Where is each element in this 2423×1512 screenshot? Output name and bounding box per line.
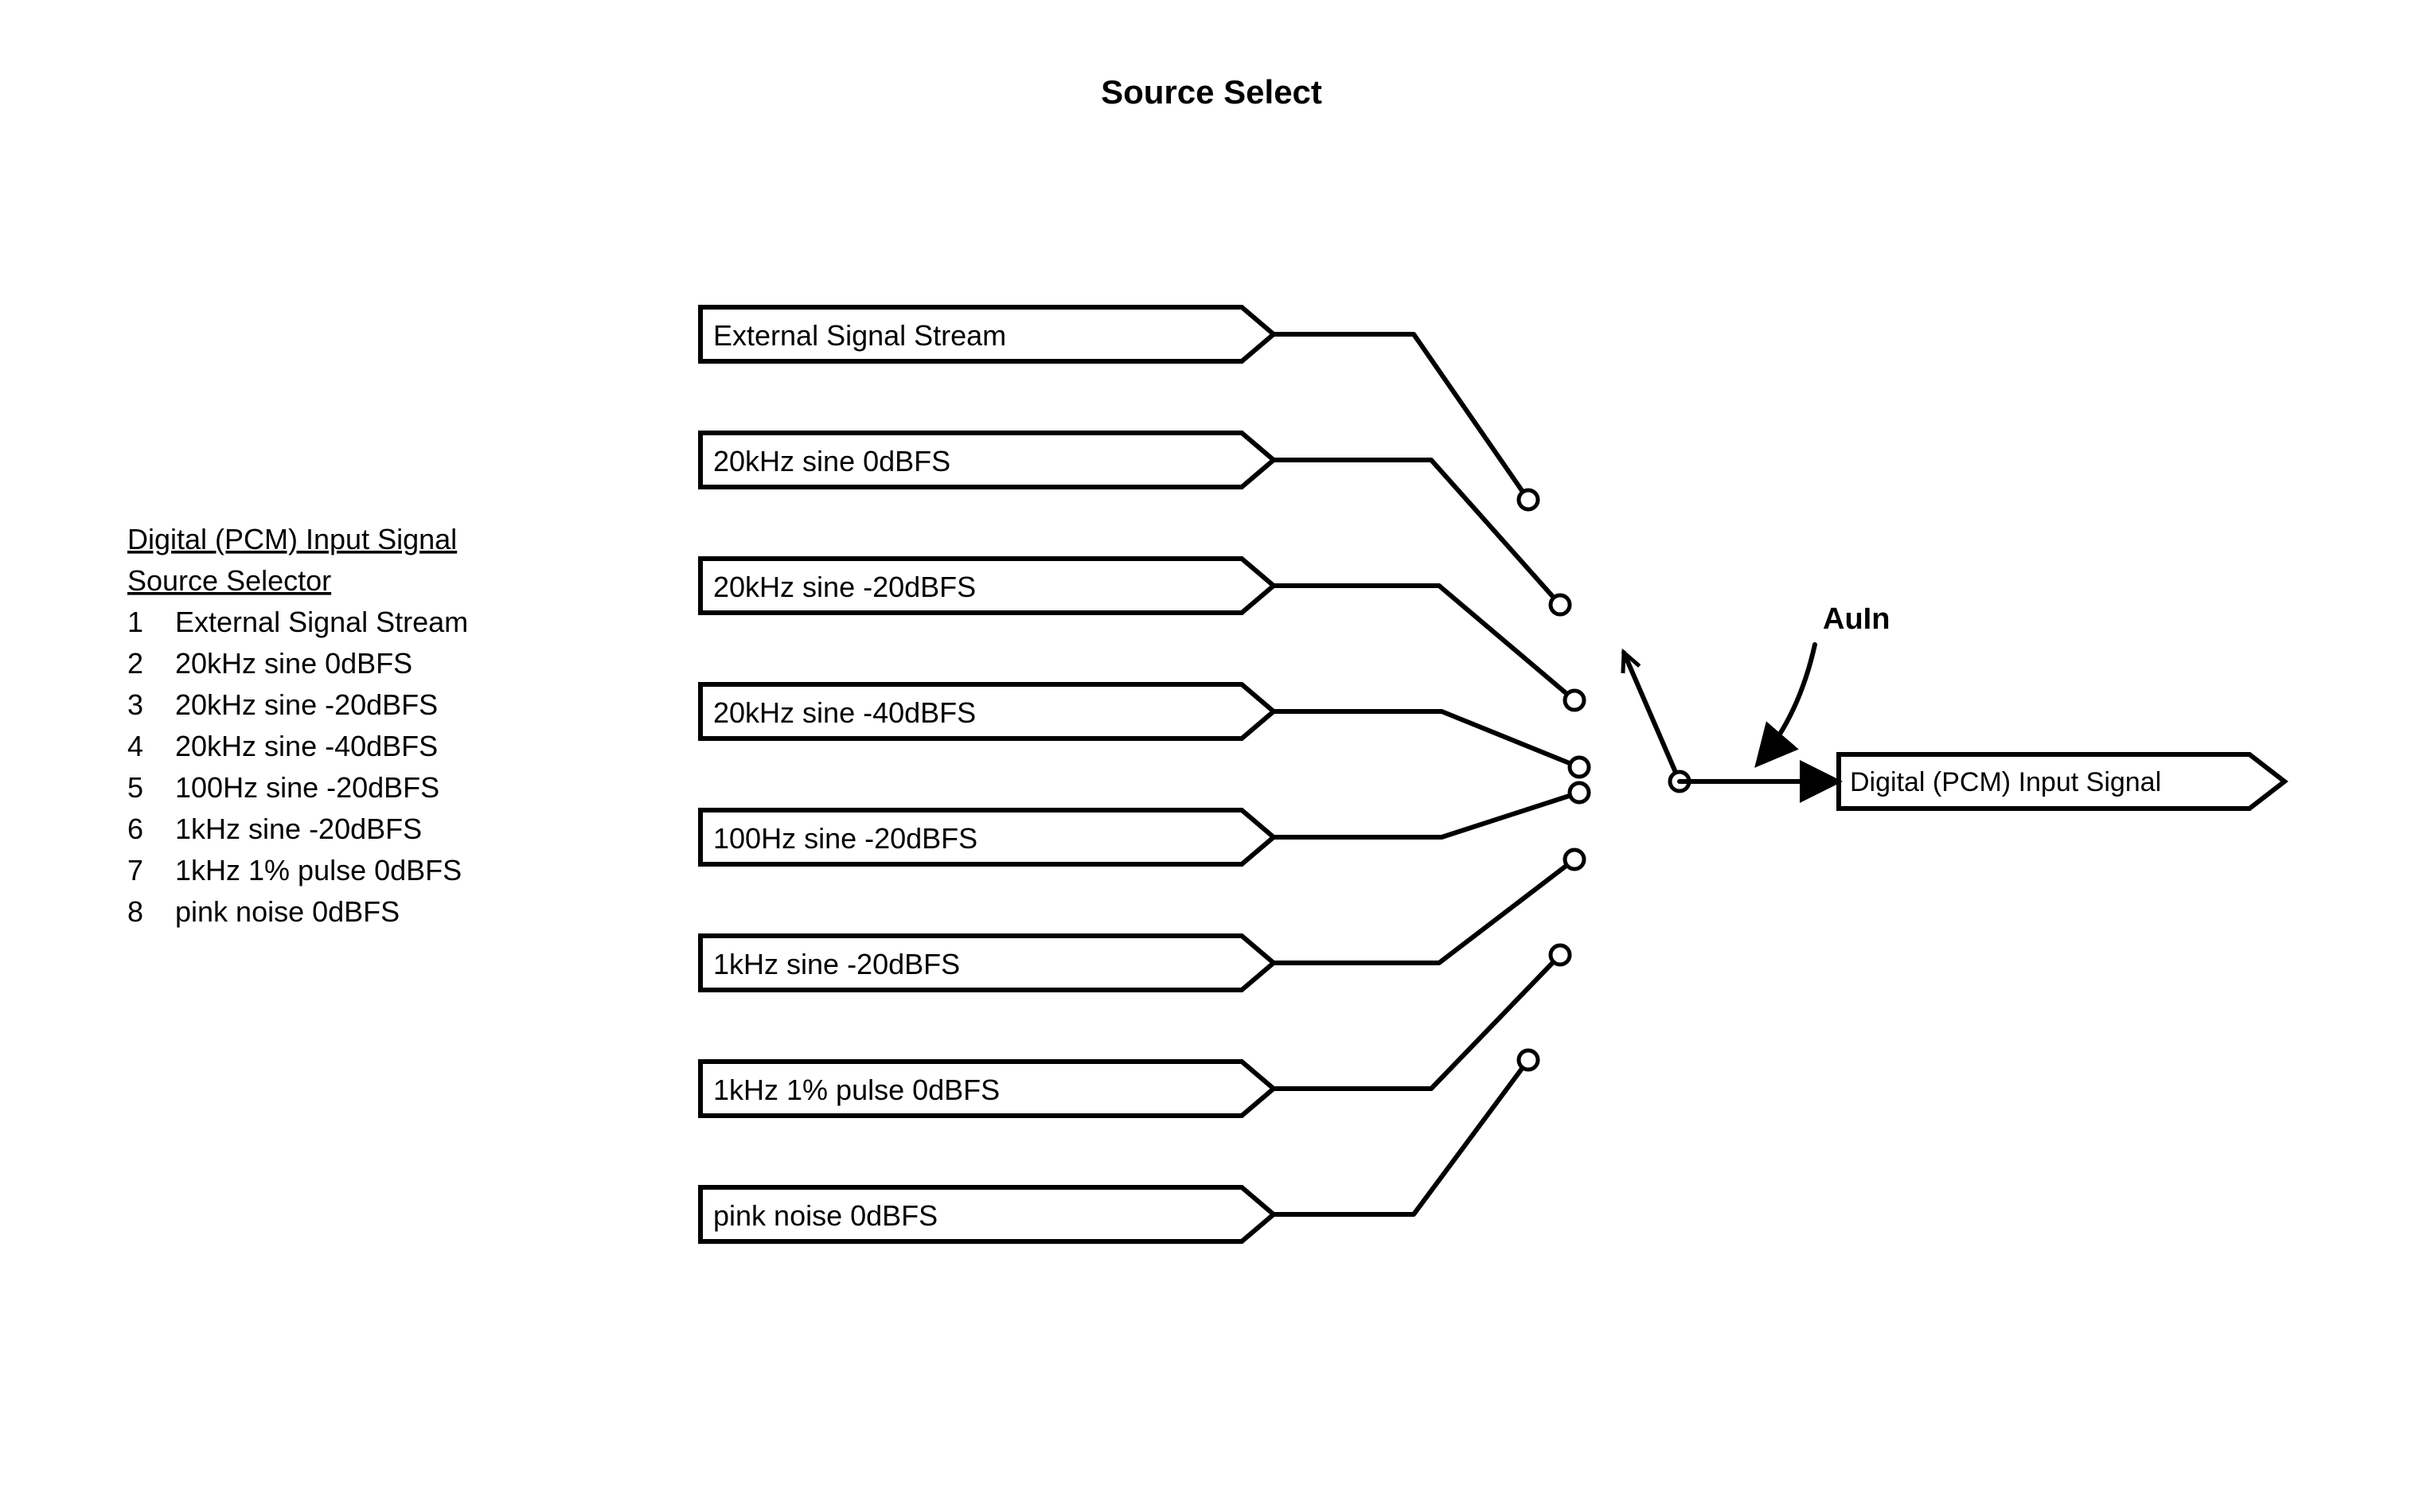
switch-terminal xyxy=(1565,691,1584,710)
legend-label: 100Hz sine -20dBFS xyxy=(175,771,439,804)
source-label: 1kHz 1% pulse 0dBFS xyxy=(713,1074,1000,1106)
legend-label: 20kHz sine -40dBFS xyxy=(175,730,438,762)
legend-label: 1kHz sine -20dBFS xyxy=(175,813,422,845)
auin-label: AuIn xyxy=(1823,602,1890,636)
rotary-switch xyxy=(1623,653,1689,791)
source-label: 20kHz sine -40dBFS xyxy=(713,696,976,729)
legend-label: 1kHz 1% pulse 0dBFS xyxy=(175,854,462,887)
switch-terminal xyxy=(1551,945,1570,964)
source-wire xyxy=(1274,711,1579,767)
switch-terminal xyxy=(1570,783,1589,802)
source-tags: External Signal Stream 20kHz sine 0dBFS 20… xyxy=(700,307,1274,1241)
legend-num: 3 xyxy=(127,688,143,721)
output-tag: Digital (PCM) Input Signal xyxy=(1680,754,2284,809)
legend-label: 20kHz sine -20dBFS xyxy=(175,688,438,721)
auin-annotation: AuIn xyxy=(1759,602,1890,762)
source-wire xyxy=(1274,955,1560,1089)
source-wire xyxy=(1274,793,1579,837)
source-label: 100Hz sine -20dBFS xyxy=(713,822,977,855)
source-wire xyxy=(1274,859,1574,963)
legend-num: 7 xyxy=(127,854,143,887)
switch-terminal xyxy=(1565,850,1584,869)
legend-num: 1 xyxy=(127,606,143,638)
source-label: pink noise 0dBFS xyxy=(713,1199,938,1232)
source-label: 20kHz sine 0dBFS xyxy=(713,445,950,477)
source-wire xyxy=(1274,1060,1528,1214)
source-label: 20kHz sine -20dBFS xyxy=(713,571,976,603)
legend-num: 6 xyxy=(127,813,143,845)
legend-num: 5 xyxy=(127,771,143,804)
wires xyxy=(1274,334,1579,1214)
legend-num: 8 xyxy=(127,895,143,928)
source-wire xyxy=(1274,334,1528,500)
switch-terminal xyxy=(1551,595,1570,614)
diagram-title: Source Select xyxy=(1101,73,1322,111)
source-label: 1kHz sine -20dBFS xyxy=(713,948,960,980)
legend-heading-1: Digital (PCM) Input Signal xyxy=(127,523,457,555)
legend-heading-2: Source Selector xyxy=(127,564,331,597)
legend-label: pink noise 0dBFS xyxy=(175,895,400,928)
legend-label: External Signal Stream xyxy=(175,606,468,638)
source-label: External Signal Stream xyxy=(713,319,1006,352)
switch-terminal xyxy=(1570,758,1589,777)
legend-label: 20kHz sine 0dBFS xyxy=(175,647,412,680)
source-wire xyxy=(1274,586,1574,700)
output-label: Digital (PCM) Input Signal xyxy=(1850,767,2161,797)
source-select-diagram: Source Select Digital (PCM) Input Signal… xyxy=(0,0,2423,1512)
auin-arrow-icon xyxy=(1759,645,1815,762)
legend-num: 2 xyxy=(127,647,143,680)
switch-terminal xyxy=(1519,490,1538,509)
legend-box: Digital (PCM) Input Signal Source Selecto… xyxy=(127,523,468,928)
legend-num: 4 xyxy=(127,730,143,762)
switch-wiper xyxy=(1624,653,1680,781)
switch-terminal xyxy=(1519,1050,1538,1070)
switch-nodes xyxy=(1519,490,1589,1070)
